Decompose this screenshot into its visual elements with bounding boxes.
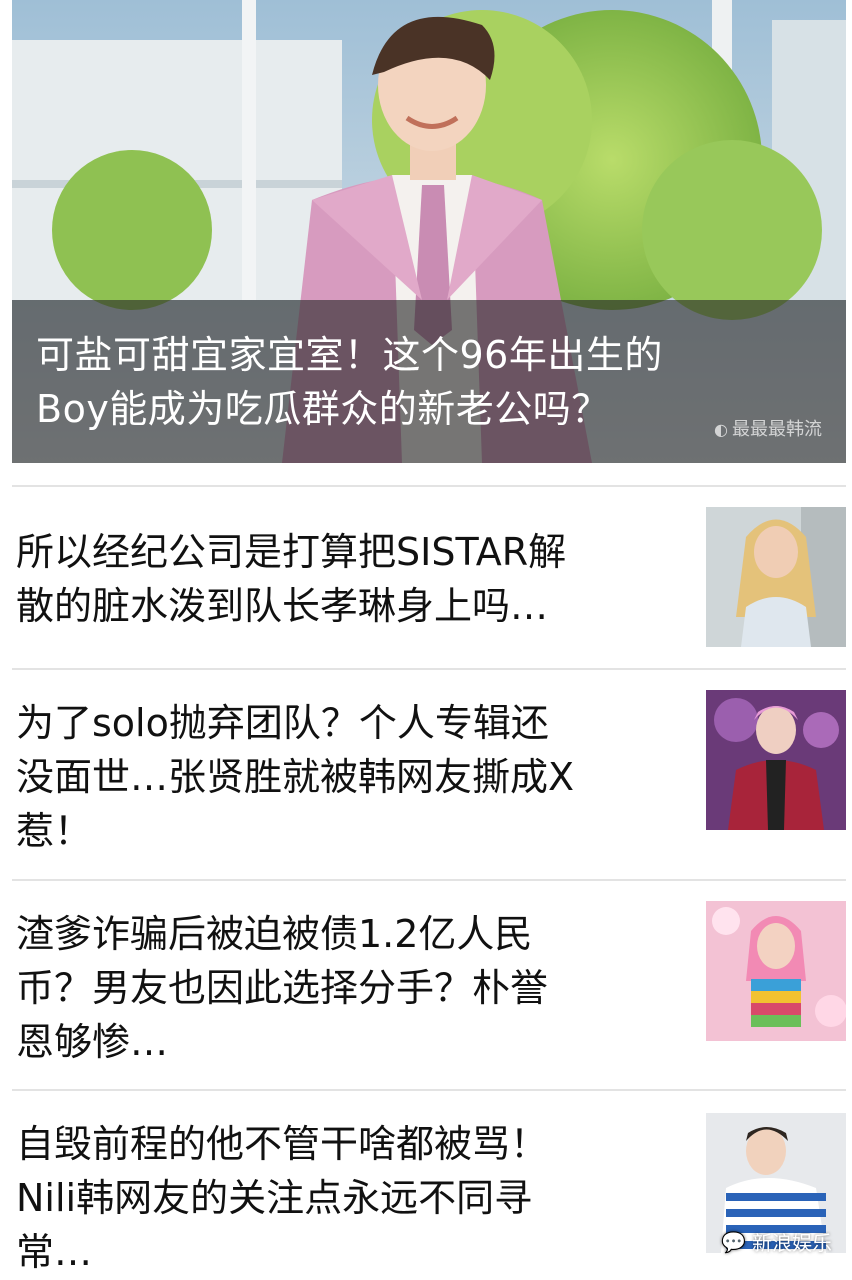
list-item[interactable]: 渣爹诈骗后被迫被债1.2亿人民 币？男友也因此选择分手？朴誉 恩够惨… (12, 881, 846, 1089)
article-title-line: 自毁前程的他不管干啥都被骂！ (16, 1122, 549, 1166)
article-title-line: 所以经纪公司是打算把SISTAR解 (16, 530, 567, 574)
article-title: 为了solo抛弃团队？个人专辑还 没面世…张贤胜就被韩网友撕成X 惹！ (16, 696, 676, 858)
article-title-line: 币？男友也因此选择分手？朴誉 (16, 966, 549, 1010)
image-watermark: ◐ 最最最韩流 (714, 415, 822, 441)
list-item[interactable]: 为了solo抛弃团队？个人专辑还 没面世…张贤胜就被韩网友撕成X 惹！ (12, 670, 846, 878)
article-title-line: 恩够惨… (16, 1020, 169, 1064)
featured-article-title: 可盐可甜宜家宜室！这个96年出生的 Boy能成为吃瓜群众的新老公吗？ (36, 328, 822, 436)
article-thumbnail (706, 901, 846, 1041)
featured-article-caption: 可盐可甜宜家宜室！这个96年出生的 Boy能成为吃瓜群众的新老公吗？ ◐ 最最最韩… (12, 300, 846, 463)
article-title-line: 为了solo抛弃团队？个人专辑还 (16, 701, 549, 745)
article-title-line: 常… (16, 1230, 93, 1274)
article-title-line: 散的脏水泼到队长孝琳身上吗… (16, 584, 549, 628)
featured-article[interactable]: 可盐可甜宜家宜室！这个96年出生的 Boy能成为吃瓜群众的新老公吗？ ◐ 最最最韩… (12, 0, 846, 463)
article-thumbnail (706, 690, 846, 830)
featured-title-line: Boy能成为吃瓜群众的新老公吗？ (36, 387, 610, 431)
article-title-line: 渣爹诈骗后被迫被债1.2亿人民 (16, 912, 533, 956)
wechat-icon: 💬 (721, 1229, 746, 1254)
article-title-line: 没面世…张贤胜就被韩网友撕成X (16, 755, 575, 799)
article-title: 自毁前程的他不管干啥都被骂！ Nili韩网友的关注点永远不同寻 常… (16, 1117, 676, 1279)
source-badge-text: 新浪娱乐 (752, 1231, 832, 1255)
watermark-logo-icon: ◐ (714, 420, 728, 439)
article-title-line: 惹！ (16, 809, 93, 853)
article-title-line: Nili韩网友的关注点永远不同寻 (16, 1176, 533, 1220)
list-item[interactable]: 所以经纪公司是打算把SISTAR解 散的脏水泼到队长孝琳身上吗… (12, 487, 846, 667)
article-thumbnail (706, 507, 846, 647)
article-title: 所以经纪公司是打算把SISTAR解 散的脏水泼到队长孝琳身上吗… (16, 525, 676, 633)
source-badge: 💬 新浪娱乐 (721, 1227, 832, 1256)
article-title: 渣爹诈骗后被迫被债1.2亿人民 币？男友也因此选择分手？朴誉 恩够惨… (16, 907, 676, 1069)
featured-title-line: 可盐可甜宜家宜室！这个96年出生的 (36, 333, 663, 377)
watermark-text: 最最最韩流 (732, 419, 822, 440)
